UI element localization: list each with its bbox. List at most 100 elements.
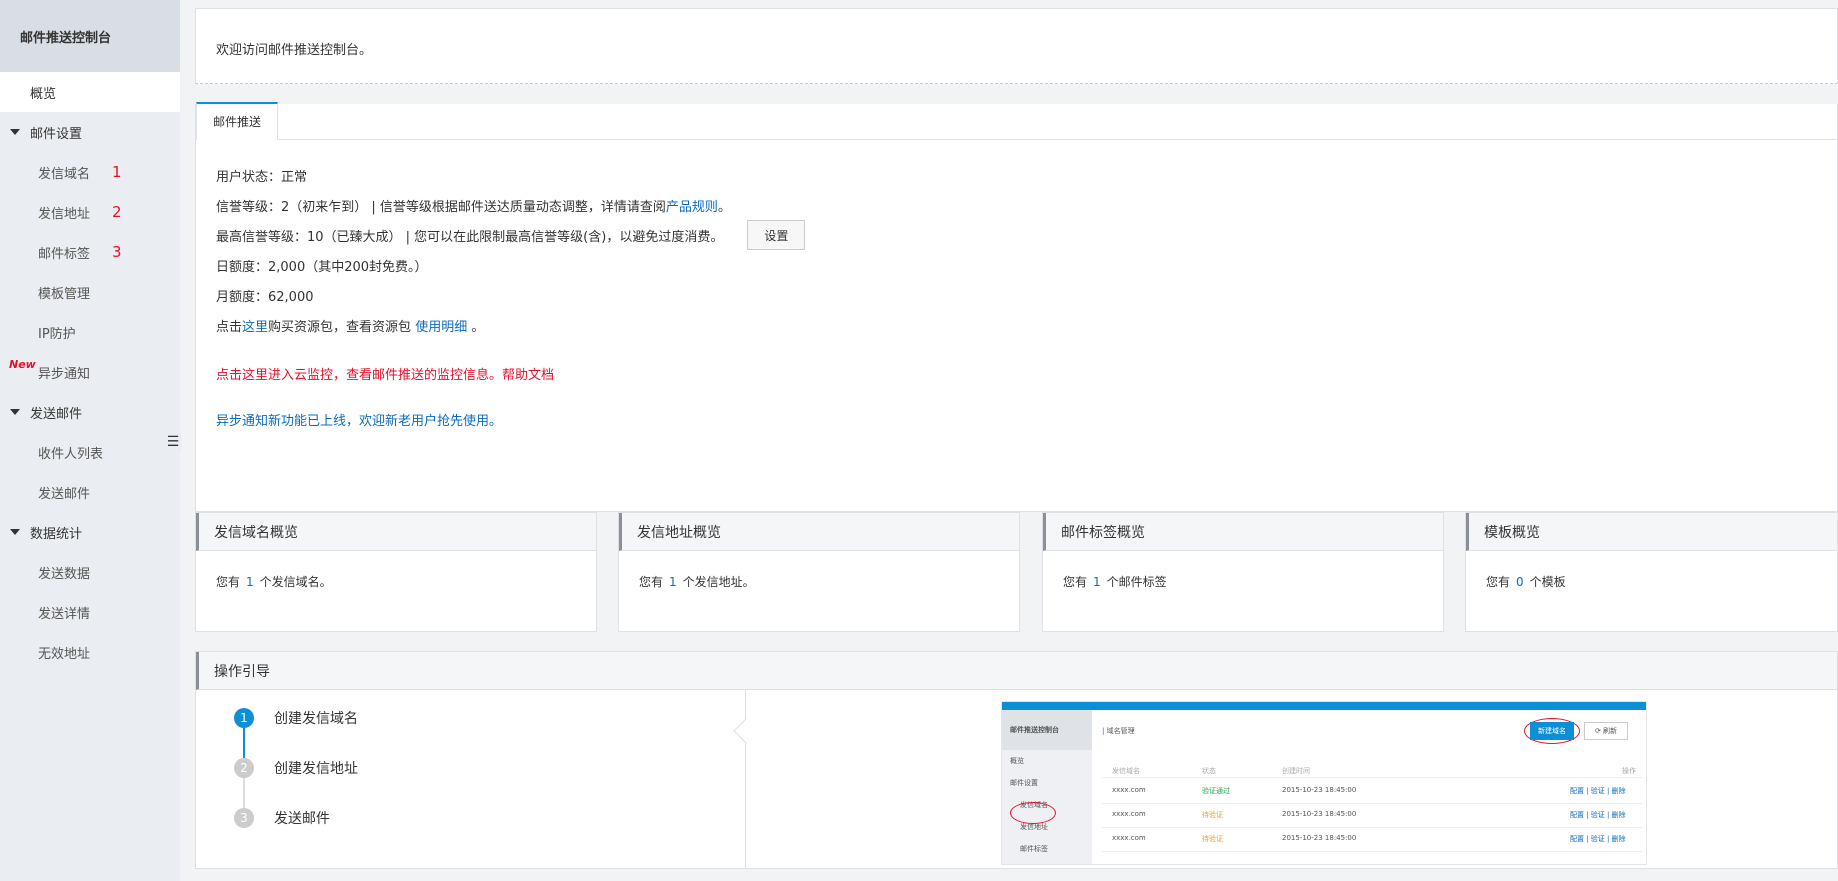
preview-col: 发信域名 (1112, 767, 1140, 775)
preview-nav-item: 概览 (1010, 757, 1024, 765)
buy-mid: 购买资源包，查看资源包 (268, 319, 412, 335)
sidebar-item-invalid-address[interactable]: 无效地址 (0, 632, 180, 672)
card-suffix: 个邮件标签 (1106, 575, 1167, 589)
sidebar-item-recipient-list[interactable]: 收件人列表 (0, 432, 180, 472)
card-count-link[interactable]: 1 (1093, 575, 1101, 589)
card-suffix: 个发信域名。 (259, 575, 332, 589)
guide-title: 操作引导 (196, 652, 1837, 690)
sidebar-item-sender-address[interactable]: 发信地址 2 (0, 192, 180, 232)
sidebar-item-label: 发送数据 (38, 566, 91, 582)
caret-down-icon (10, 409, 20, 415)
preview-col: 操作 (1622, 767, 1636, 775)
card-title: 发信地址概览 (619, 513, 1019, 551)
preview-sidebar: 邮件推送控制台 概览 邮件设置 发信域名 发信地址 邮件标签 (1002, 710, 1092, 864)
sidebar-group-send-mail[interactable]: 发送邮件 (0, 392, 180, 432)
sidebar-item-sender-domain[interactable]: 发信域名 1 (0, 152, 180, 192)
step-connector (243, 778, 245, 808)
card-address-overview: 发信地址概览 您有 1 个发信地址。 (618, 512, 1020, 632)
new-badge: New (9, 358, 36, 371)
preview-cell: 待验证 (1202, 835, 1223, 843)
product-rules-link[interactable]: 产品规则 (666, 196, 718, 215)
highlight-circle (1010, 802, 1056, 824)
caret-down-icon (10, 129, 20, 135)
credit-level-text: 信誉等级：2（初来乍到） | 信誉等级根据邮件送达质量动态调整，详情请查阅 (216, 199, 666, 215)
sidebar-item-ip-protection[interactable]: IP防护 (0, 312, 180, 352)
step-number: 2 (234, 758, 254, 778)
set-button[interactable]: 设置 (747, 220, 806, 250)
preview-new-button: 新建域名 (1530, 722, 1574, 740)
card-body: 您有 1 个发信域名。 (196, 551, 596, 590)
guide-step-1[interactable]: 1 创建发信域名 (234, 706, 358, 730)
guide-step-3[interactable]: 3 发送邮件 (234, 806, 330, 830)
card-prefix: 您有 (639, 575, 664, 589)
sidebar-item-label: 收件人列表 (38, 446, 104, 462)
preview-cell: 2015-10-23 18:45:00 (1282, 810, 1357, 818)
max-level-text: 最高信誉等级：10（已臻大成） | 您可以在此限制最高信誉等级(含)，以避免过度… (216, 229, 724, 245)
preview-title: 邮件推送控制台 (1002, 710, 1092, 750)
user-status-label: 用户状态： (216, 169, 282, 185)
sidebar-group-statistics[interactable]: 数据统计 (0, 512, 180, 552)
preview-cell: xxxx.com (1112, 786, 1146, 794)
preview-cell: 验证通过 (1202, 787, 1230, 795)
step-label: 发送邮件 (274, 811, 330, 827)
monitor-notice-link[interactable]: 点击这里进入云监控，查看邮件推送的监控信息。帮助文档 (216, 358, 1837, 388)
user-status-value: 正常 (281, 169, 308, 185)
welcome-panel: 欢迎访问邮件推送控制台。 (195, 8, 1838, 84)
usage-detail-link[interactable]: 使用明细 (415, 316, 467, 335)
buy-here-link[interactable]: 这里 (242, 316, 268, 335)
card-tag-overview: 邮件标签概览 您有 1 个邮件标签 (1042, 512, 1444, 632)
sidebar-title: 邮件推送控制台 (0, 0, 180, 72)
welcome-text: 欢迎访问邮件推送控制台。 (216, 43, 373, 58)
card-domain-overview: 发信域名概览 您有 1 个发信域名。 (195, 512, 597, 632)
sidebar-item-async-notify[interactable]: New 异步通知 (0, 352, 180, 392)
card-count-link[interactable]: 0 (1516, 575, 1524, 589)
preview-nav-item: 邮件标签 (1020, 845, 1048, 853)
status-panel: 邮件推送 用户状态： 正常 信誉等级：2（初来乍到） | 信誉等级根据邮件送达质量… (195, 102, 1838, 512)
card-suffix: 个模板 (1529, 575, 1566, 589)
card-count-link[interactable]: 1 (246, 575, 254, 589)
async-notice-link[interactable]: 异步通知新功能已上线，欢迎新老用户抢先使用。 (216, 404, 1837, 434)
card-prefix: 您有 (216, 575, 241, 589)
buy-resource-line: 点击 这里 购买资源包，查看资源包 使用明细 。 (216, 310, 1837, 340)
preview-cell: xxxx.com (1112, 834, 1146, 842)
preview-cell: 配置 | 验证 | 删除 (1570, 835, 1626, 843)
daily-quota: 日额度：2,000（其中200封免费。） (216, 259, 428, 275)
step-number: 1 (234, 708, 254, 728)
sidebar-item-send-data[interactable]: 发送数据 (0, 552, 180, 592)
card-title: 模板概览 (1466, 513, 1837, 551)
sidebar-group-mail-settings[interactable]: 邮件设置 (0, 112, 180, 152)
step-label: 创建发信地址 (274, 761, 358, 777)
buy-prefix: 点击 (216, 319, 243, 335)
preview-cell: 2015-10-23 18:45:00 (1282, 786, 1357, 794)
card-count-link[interactable]: 1 (669, 575, 677, 589)
sidebar-item-label: 发信地址 (38, 206, 91, 222)
tab-mail-push[interactable]: 邮件推送 (196, 102, 278, 140)
main-content: 欢迎访问邮件推送控制台。 邮件推送 用户状态： 正常 信誉等级：2（初来乍到） |… (195, 8, 1838, 869)
sidebar-group-label: 发送邮件 (30, 406, 83, 422)
sidebar-item-label: 邮件标签 (38, 246, 91, 262)
preview-cell: 待验证 (1202, 811, 1223, 819)
step-label: 创建发信域名 (274, 711, 358, 727)
preview-cell: 2015-10-23 18:45:00 (1282, 834, 1357, 842)
caret-down-icon (10, 529, 20, 535)
sidebar-item-label: 无效地址 (38, 646, 91, 662)
sidebar-item-send-detail[interactable]: 发送详情 (0, 592, 180, 632)
card-prefix: 您有 (1486, 575, 1511, 589)
card-body: 您有 1 个发信地址。 (619, 551, 1019, 590)
sidebar-item-label: 异步通知 (38, 366, 91, 382)
sidebar-item-mail-tag[interactable]: 邮件标签 3 (0, 232, 180, 272)
preview-cell: 配置 | 验证 | 删除 (1570, 811, 1626, 819)
preview-table-row: xxxx.com 待验证 2015-10-23 18:45:00 配置 | 验证… (1102, 828, 1642, 852)
tab-bar: 邮件推送 (196, 102, 1837, 140)
user-status-line: 用户状态： 正常 (216, 160, 1837, 190)
preview-col: 状态 (1202, 767, 1216, 775)
sidebar-item-template[interactable]: 模板管理 (0, 272, 180, 312)
sidebar-item-overview[interactable]: 概览 (0, 72, 180, 112)
sidebar-item-send-mail[interactable]: 发送邮件 (0, 472, 180, 512)
preview-table-row: xxxx.com 待验证 2015-10-23 18:45:00 配置 | 验证… (1102, 804, 1642, 828)
annotation-number: 1 (112, 163, 122, 181)
sidebar-item-label: 发送邮件 (38, 486, 91, 502)
guide-step-2[interactable]: 2 创建发信地址 (234, 756, 358, 780)
guide-steps: 1 创建发信域名 2 创建发信地址 3 发送邮件 (196, 690, 746, 868)
sidebar-item-label: 发送详情 (38, 606, 91, 622)
